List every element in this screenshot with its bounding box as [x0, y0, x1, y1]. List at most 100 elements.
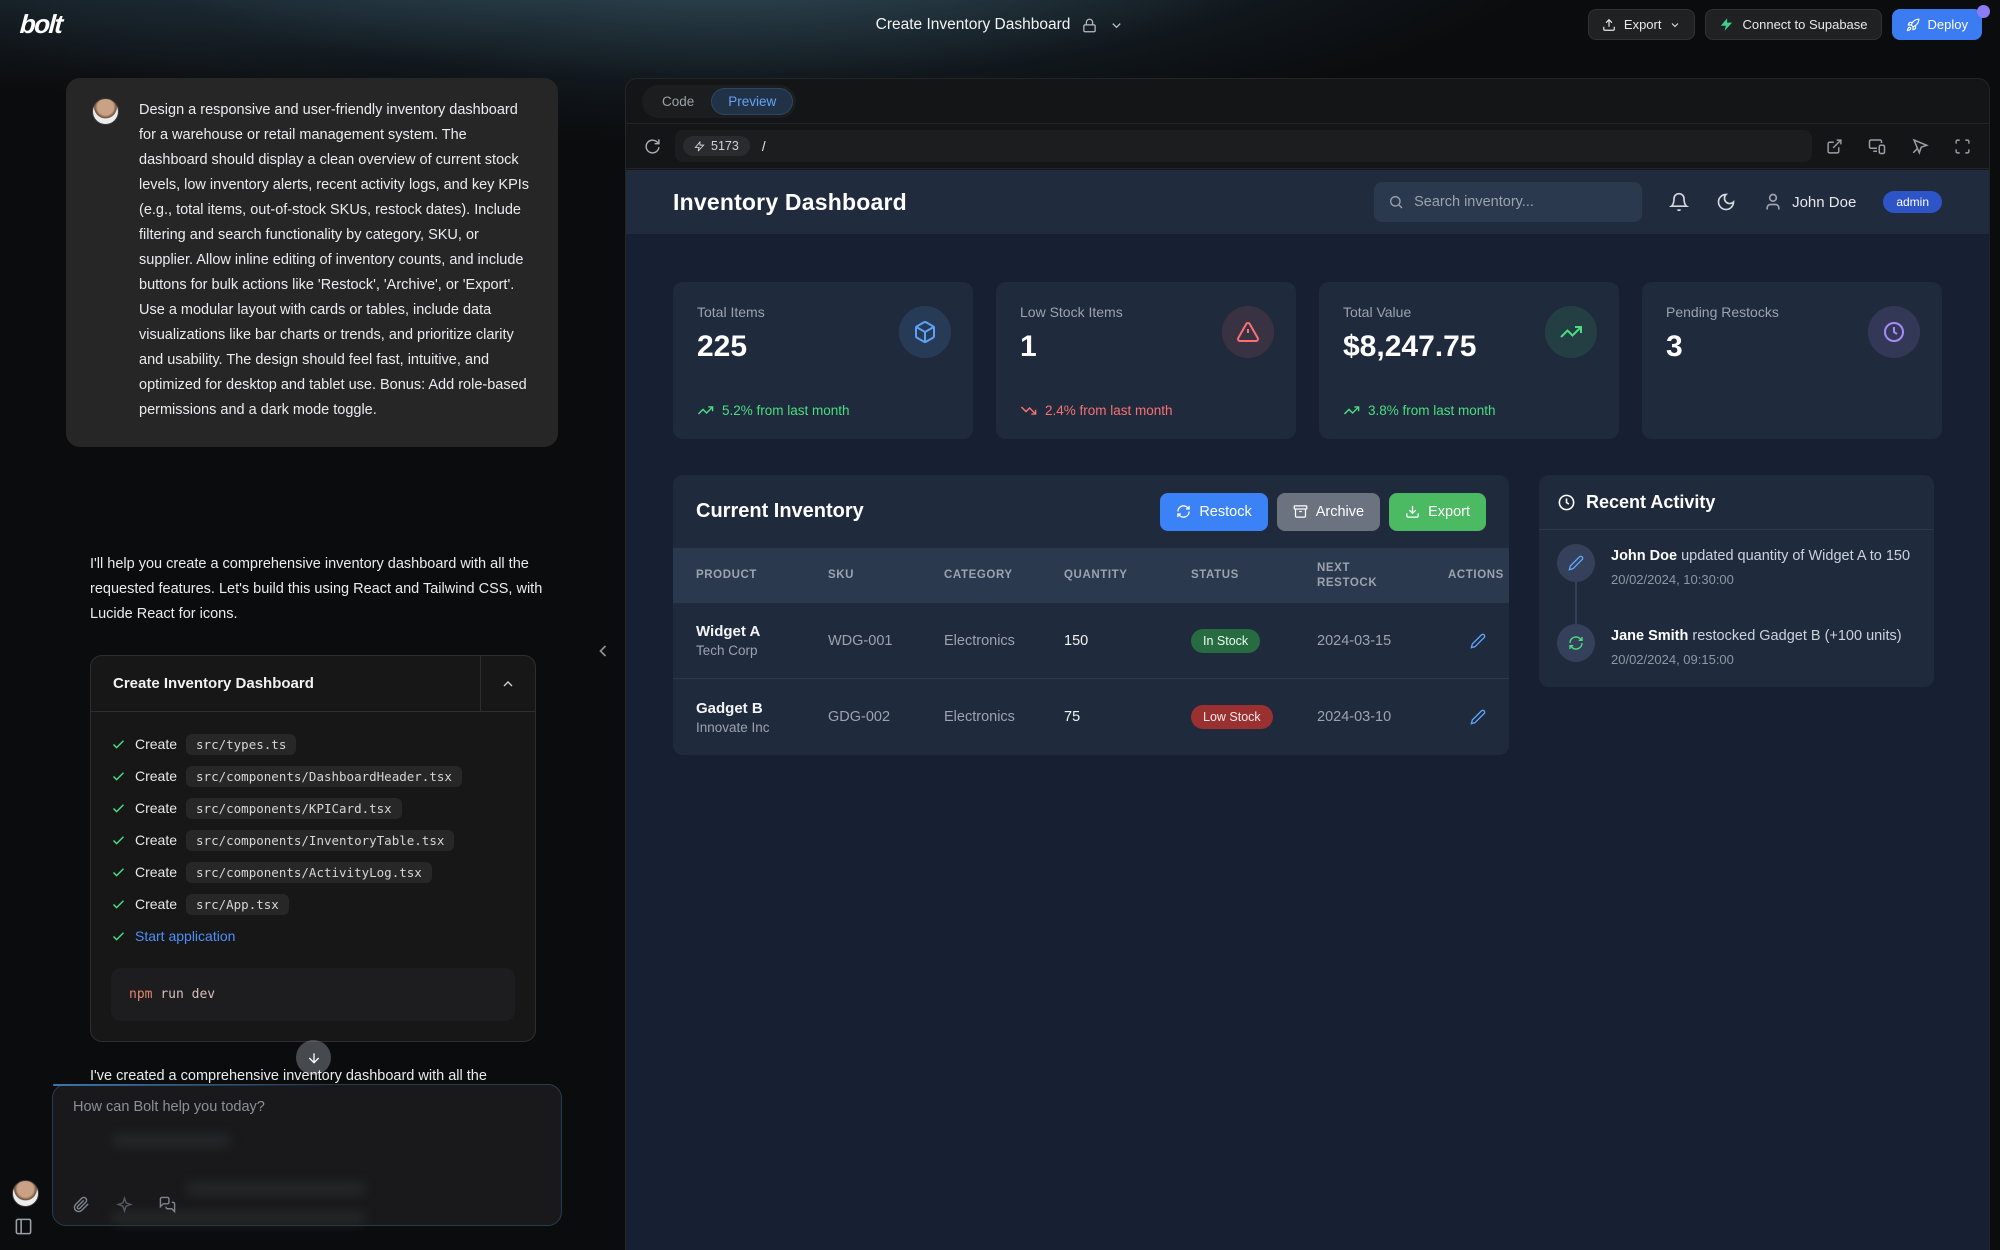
notifications-bell-icon[interactable] — [1669, 192, 1689, 212]
col-product: Product — [696, 568, 828, 583]
product-category: Electronics — [944, 709, 1064, 725]
deploy-label: Deploy — [1928, 17, 1968, 32]
activity-item: John Doe updated quantity of Widget A to… — [1557, 544, 1916, 587]
product-sku: GDG-002 — [828, 709, 944, 725]
user-prompt-text: Design a responsive and user-friendly in… — [139, 98, 532, 423]
inspector-toggle-icon[interactable] — [1911, 137, 1929, 155]
tab-preview[interactable]: Preview — [711, 88, 793, 115]
dark-mode-toggle-icon[interactable] — [1716, 192, 1736, 212]
trending-up-icon — [1559, 320, 1583, 344]
attach-file-icon[interactable] — [73, 1196, 90, 1213]
next-restock-date: 2024-03-15 — [1317, 633, 1448, 649]
port-number: 5173 — [711, 139, 739, 153]
port-pill[interactable]: 5173 — [683, 136, 750, 156]
preview-address-bar: 5173 / — [626, 124, 1989, 169]
status-badge: In Stock — [1191, 629, 1260, 653]
artifact-collapse-button[interactable] — [480, 656, 535, 711]
refresh-icon[interactable] — [644, 138, 661, 155]
assistant-outro-text: I've created a comprehensive inventory d… — [90, 1068, 562, 1084]
clock-icon — [1882, 320, 1906, 344]
user-message-card: Design a responsive and user-friendly in… — [66, 78, 558, 447]
edit-row-button[interactable] — [1470, 633, 1486, 649]
kpi-card-low-stock: Low Stock Items 1 2.4% from last month — [996, 282, 1296, 439]
export-csv-button[interactable]: Export — [1389, 493, 1486, 531]
activity-title: Recent Activity — [1586, 492, 1715, 513]
restock-button[interactable]: Restock — [1160, 493, 1267, 531]
upload-icon — [1602, 18, 1616, 32]
inventory-search[interactable] — [1374, 182, 1642, 222]
artifact-step: Create src/components/InventoryTable.tsx — [111, 824, 515, 856]
blurred-suggestion — [111, 1211, 366, 1225]
start-application-link[interactable]: Start application — [135, 928, 235, 944]
archive-icon — [1293, 504, 1308, 519]
archive-label: Archive — [1316, 504, 1364, 520]
blurred-suggestion — [111, 1133, 231, 1148]
trending-down-icon — [1020, 402, 1037, 419]
inventory-dashboard-app: Inventory Dashboard — [626, 170, 1989, 1250]
artifact-card: Create Inventory Dashboard Create src/ty… — [90, 655, 536, 1042]
archive-button[interactable]: Archive — [1277, 493, 1380, 531]
lock-icon — [1082, 18, 1097, 33]
step-action: Create — [135, 736, 177, 752]
activity-actor: John Doe — [1611, 548, 1677, 564]
product-quantity[interactable]: 75 — [1064, 709, 1191, 725]
step-file[interactable]: src/App.tsx — [186, 894, 289, 915]
collapse-chat-handle[interactable] — [593, 641, 613, 661]
sidebar-toggle-icon[interactable] — [14, 1217, 33, 1236]
artifact-step: Create src/types.ts — [111, 728, 515, 760]
package-icon — [913, 320, 937, 344]
alert-triangle-icon — [1236, 320, 1260, 344]
tab-code[interactable]: Code — [645, 88, 711, 115]
responsive-preview-icon[interactable] — [1868, 137, 1886, 155]
project-menu-chevron-icon[interactable] — [1109, 18, 1124, 33]
export-button[interactable]: Export — [1588, 9, 1696, 40]
command-args: run dev — [160, 987, 215, 1002]
deploy-button[interactable]: Deploy — [1892, 9, 1982, 40]
inventory-search-input[interactable] — [1414, 194, 1614, 210]
fullscreen-icon[interactable] — [1954, 137, 1971, 155]
inventory-row-widget-a: Widget A Tech Corp WDG-001 Electronics 1… — [673, 603, 1509, 679]
step-action: Create — [135, 896, 177, 912]
artifact-step: Create src/components/DashboardHeader.ts… — [111, 760, 515, 792]
col-quantity: Quantity — [1064, 568, 1191, 583]
inventory-title: Current Inventory — [696, 500, 864, 523]
activity-action: restocked Gadget B (+100 units) — [1692, 628, 1901, 644]
export-csv-label: Export — [1428, 504, 1470, 520]
current-inventory-card: Current Inventory Restock — [673, 475, 1509, 755]
enhance-prompt-icon[interactable] — [116, 1196, 133, 1213]
url-field[interactable]: 5173 / — [675, 130, 1812, 162]
chat-mode-icon[interactable] — [159, 1196, 176, 1213]
kpi-card-total-items: Total Items 225 5.2% from last month — [673, 282, 973, 439]
product-name: Widget A — [696, 623, 828, 640]
start-application-step: Start application — [111, 920, 515, 952]
check-icon — [111, 929, 126, 944]
connect-supabase-button[interactable]: Connect to Supabase — [1705, 9, 1881, 40]
step-file[interactable]: src/components/ActivityLog.tsx — [186, 862, 432, 883]
step-file[interactable]: src/components/DashboardHeader.tsx — [186, 766, 462, 787]
product-supplier: Tech Corp — [696, 643, 828, 658]
status-badge: Low Stock — [1191, 705, 1273, 729]
kpi-trend-text: 5.2% from last month — [722, 403, 850, 418]
step-file[interactable]: src/components/KPICard.tsx — [186, 798, 402, 819]
open-in-new-tab-icon[interactable] — [1826, 137, 1843, 155]
col-category: Category — [944, 568, 1064, 583]
account-avatar[interactable] — [12, 1180, 39, 1207]
step-file[interactable]: src/components/InventoryTable.tsx — [186, 830, 454, 851]
check-icon — [111, 865, 126, 880]
artifact-steps: Create src/types.ts Create src/component… — [91, 712, 535, 958]
pencil-icon — [1568, 555, 1584, 571]
edit-row-button[interactable] — [1470, 709, 1486, 725]
refresh-cw-icon — [1176, 504, 1191, 519]
activity-timestamp: 20/02/2024, 10:30:00 — [1611, 572, 1910, 587]
step-file[interactable]: src/types.ts — [186, 734, 296, 755]
col-status: Status — [1191, 568, 1317, 583]
kpi-cards: Total Items 225 5.2% from last month — [673, 282, 1942, 439]
product-supplier: Innovate Inc — [696, 720, 828, 735]
col-actions: Actions — [1448, 568, 1504, 583]
user-menu[interactable]: John Doe — [1763, 192, 1856, 212]
artifact-step: Create src/App.tsx — [111, 888, 515, 920]
product-quantity[interactable]: 150 — [1064, 633, 1191, 649]
inventory-row-gadget-b: Gadget B Innovate Inc GDG-002 Electronic… — [673, 679, 1509, 755]
artifact-title: Create Inventory Dashboard — [91, 656, 480, 711]
check-icon — [111, 801, 126, 816]
